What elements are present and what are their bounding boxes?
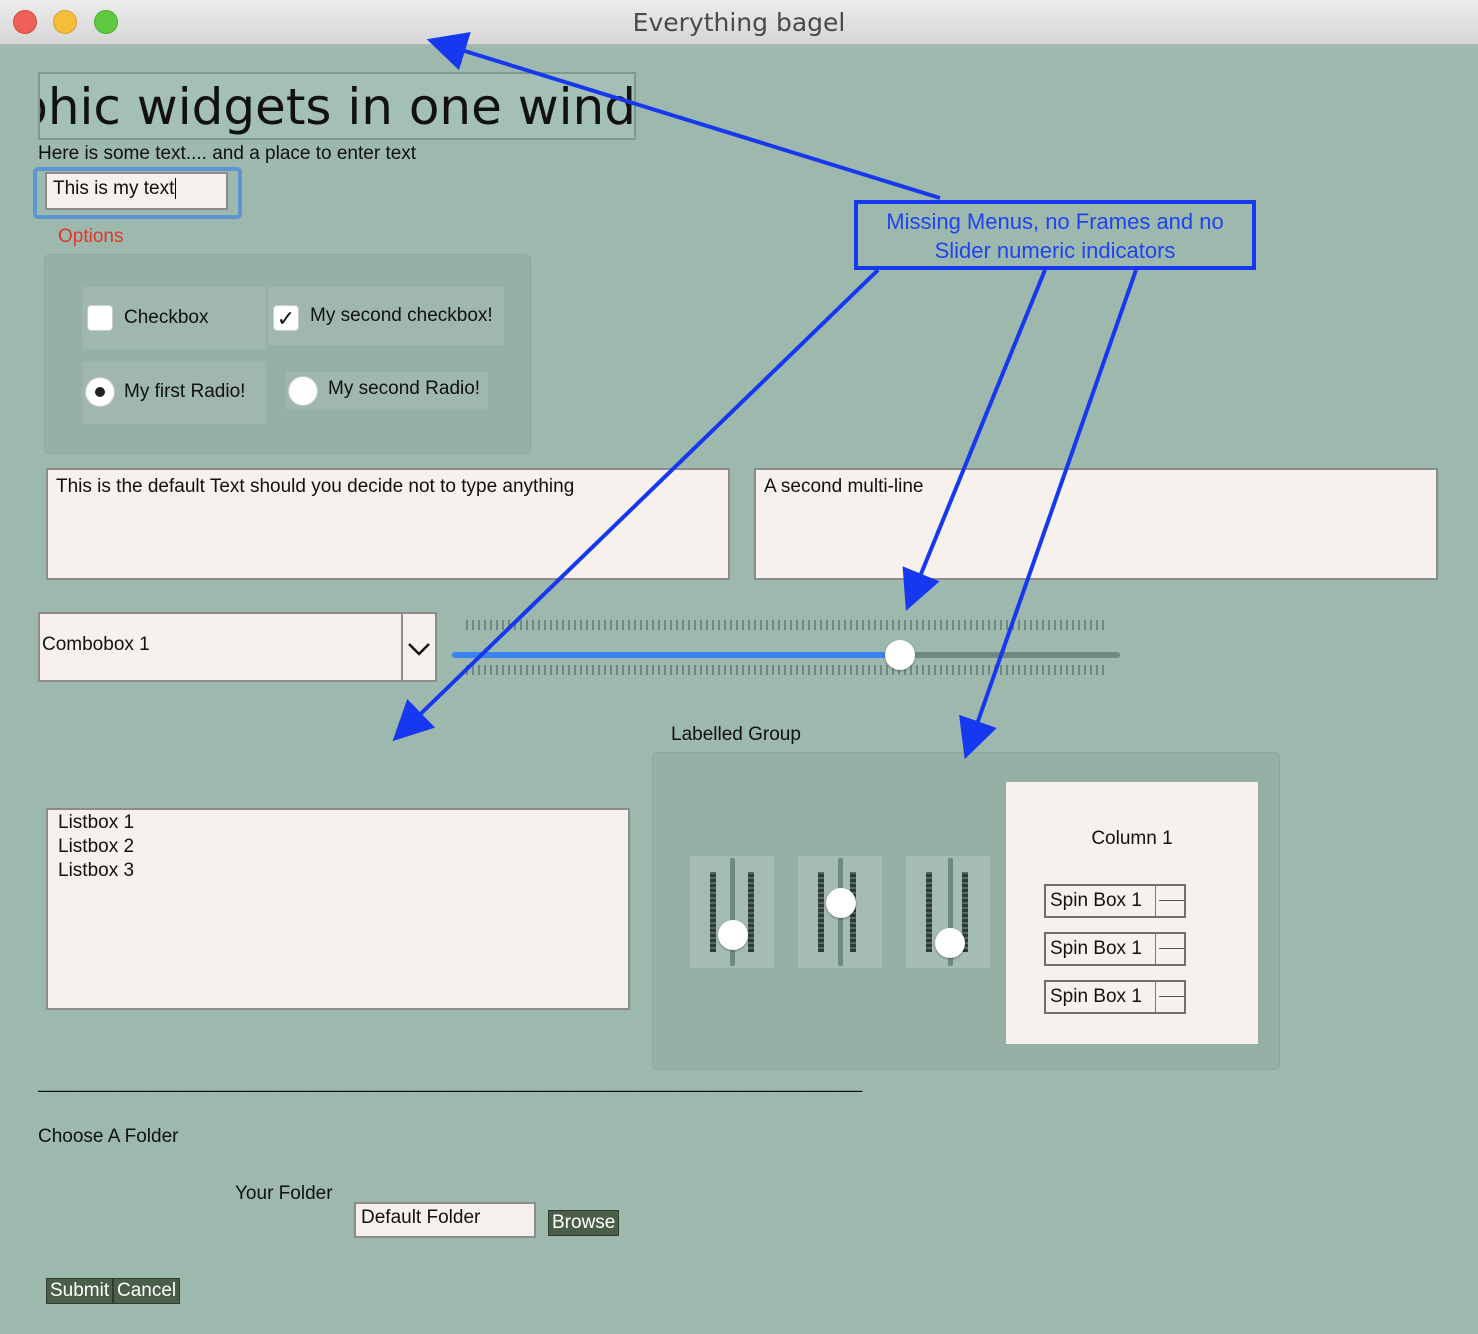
annotation-arrow: [392, 268, 880, 742]
annotation-arrow: [426, 31, 941, 200]
annotation-arrow: [959, 269, 1138, 760]
annotation-arrows: [392, 31, 1138, 760]
annotation-arrow: [902, 269, 1047, 611]
annotation-box: Missing Menus, no Frames and no Slider n…: [854, 200, 1256, 270]
annotation-text: Missing Menus, no Frames and no Slider n…: [886, 209, 1224, 263]
